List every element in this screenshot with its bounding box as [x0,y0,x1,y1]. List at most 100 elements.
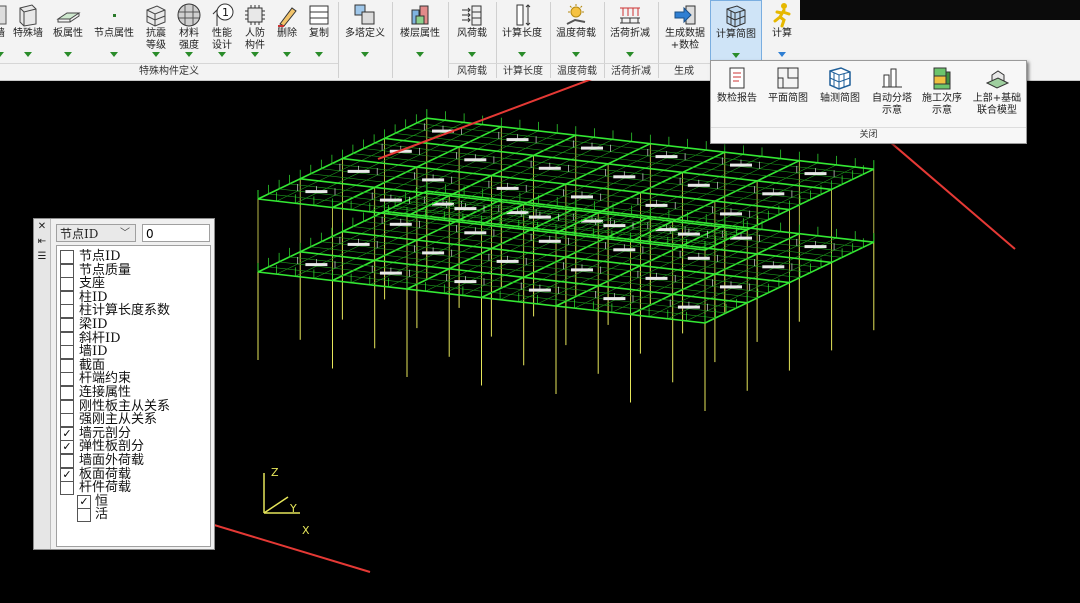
load-value-label [379,271,402,275]
load-value-label [720,212,742,216]
option-checkbox[interactable] [60,318,74,332]
dropdown-item-check-report[interactable]: 数检报告 [713,65,761,105]
option-checkbox[interactable] [60,263,74,278]
dropdown-item-construction-seq[interactable]: 施工次序 示意 [917,65,967,117]
dropdown-footer[interactable]: 关闭 [711,127,1026,142]
load-value-label [464,231,487,235]
performance-level-icon: 1 [212,3,234,26]
load-value-label [581,146,603,150]
option-label: 连接属性 [79,385,132,400]
chevron-down-icon [185,52,193,57]
option-checkbox[interactable] [60,386,74,400]
load-value-label [603,297,626,301]
option-checkbox[interactable] [60,413,74,428]
id-number-input[interactable]: 0 [142,224,210,242]
ribbon-button-calc-length[interactable]: 计算长度 [498,0,546,64]
dropdown-item-axis-sketch[interactable]: 轴测简图 [815,65,865,105]
chevron-down-icon [218,52,226,57]
option-checkbox[interactable] [60,290,74,305]
ribbon-button-wind-load[interactable]: 风荷载 [452,0,492,64]
dropdown-item-plan-sketch[interactable]: 平面简图 [763,65,813,105]
sub-option-row[interactable]: 活 [57,508,207,523]
load-value-label [645,203,668,207]
option-checkbox[interactable]: ✓ [60,440,74,455]
load-value-label [655,155,678,159]
ribbon-button-node-attr[interactable]: 节点属性 [90,0,138,64]
option-row[interactable]: 杆件荷载 [57,481,207,496]
option-checkbox[interactable] [60,250,74,264]
copy-layers-icon [309,5,329,25]
option-label: 梁ID [79,317,108,332]
ribbon-button-civil-defense[interactable]: 人防 构件 [240,0,270,64]
ribbon-button-multi-tower[interactable]: 多塔定义 [342,0,388,64]
load-value-label [389,222,412,226]
option-row[interactable]: 墙面外荷载 [57,454,207,468]
load-value-label [720,285,742,289]
ribbon-button-live-load-reduce[interactable]: 活荷折减 [606,0,654,64]
ribbon-button-label: 特殊墙 [13,28,43,39]
group-label-calc-length: 计算长度 [496,63,550,80]
ribbon-button-calculate[interactable]: 计算 [764,0,800,64]
option-row[interactable]: 节点ID [57,250,207,264]
ribbon-button-special-wall[interactable]: 特殊墙 [10,0,46,64]
dropdown-item-auto-tower[interactable]: 自动分塔 示意 [867,65,917,117]
ribbon-button-calc-sketch[interactable]: 计算简图 [710,0,762,66]
option-checkbox[interactable] [60,399,74,414]
ribbon-button-wall-edge[interactable]: 墙 [0,0,8,64]
wind-load-icon [462,5,482,26]
chip-icon [245,5,265,25]
dropdown-item-upper-foundation[interactable]: 上部+基础 联合模型 [969,65,1025,117]
ribbon-button-label: 节点属性 [94,28,134,39]
option-row[interactable]: 梁ID [57,318,207,332]
ribbon-button-label: 风荷载 [457,28,487,39]
mesh-line [268,266,716,319]
option-row[interactable]: 连接属性 [57,386,207,400]
pin-icon[interactable]: ⇤ [35,235,49,249]
construction-seq-icon [933,67,951,90]
display-mode-select[interactable]: 节点ID ﹀ [56,224,136,242]
title-bar-dark-area [800,0,1080,20]
option-checkbox[interactable] [60,304,74,319]
eraser-brush-icon [278,7,297,27]
chevron-down-icon [626,52,634,57]
ribbon-button-slab-attr[interactable]: 板属性 [50,0,86,64]
ribbon-button-delete[interactable]: 删除 [272,0,302,64]
ribbon-button-performance-design[interactable]: 1 性能 设计 [206,0,238,64]
ribbon-button-seismic-level[interactable]: 抗震 等级 [140,0,172,64]
node-dot-icon [113,14,116,17]
option-checkbox[interactable] [60,277,74,292]
panel-menu-icon[interactable]: ☰ [35,250,49,264]
load-value-label [347,242,370,246]
ribbon-button-temperature-load[interactable]: 温度荷载 [552,0,600,64]
ribbon-button-floor-attr[interactable]: 楼层属性 [396,0,444,64]
option-label: 支座 [79,276,106,292]
chevron-down-icon [315,52,323,57]
ribbon-button-label: 楼层属性 [400,28,440,39]
option-label: 刚性板主从关系 [79,398,171,414]
axis-triad: Z Y X [263,466,310,537]
load-value-label [571,268,593,272]
ribbon-button-label: 抗震 等级 [146,28,166,51]
option-checkbox[interactable] [60,481,74,496]
option-checkbox[interactable] [60,358,74,373]
ribbon-button-material-strength[interactable]: 材料 强度 [174,0,204,64]
option-label: 柱ID [79,289,108,305]
sub-option-row[interactable]: ✓ 恒 [57,494,207,509]
option-label: 斜杆ID [79,330,121,346]
option-checkbox[interactable]: ✓ [60,426,74,441]
option-checkbox[interactable] [60,331,74,346]
dropdown-item-label: 平面简图 [768,93,808,104]
sub-option-checkbox[interactable]: ✓ [77,494,91,509]
close-icon[interactable]: ✕ [35,220,49,234]
ribbon-button-copy[interactable]: 复制 [304,0,334,64]
option-checkbox[interactable] [60,454,74,468]
option-checkbox[interactable]: ✓ [60,467,74,482]
option-checkbox[interactable] [60,345,74,360]
option-checkbox[interactable] [60,372,74,387]
ribbon-button-gen-data[interactable]: 生成数据 +数检 [660,0,710,64]
sub-option-checkbox[interactable] [77,508,91,523]
seismic-building-icon [146,5,166,27]
load-value-label [347,169,370,173]
ribbon-button-label: 生成数据 +数检 [665,28,705,51]
display-options-list: 节点ID 节点质量 支座 柱ID 柱计算长度系数 梁ID 斜杆ID 墙ID 截面 杆端约束 连接属性… [56,245,211,547]
